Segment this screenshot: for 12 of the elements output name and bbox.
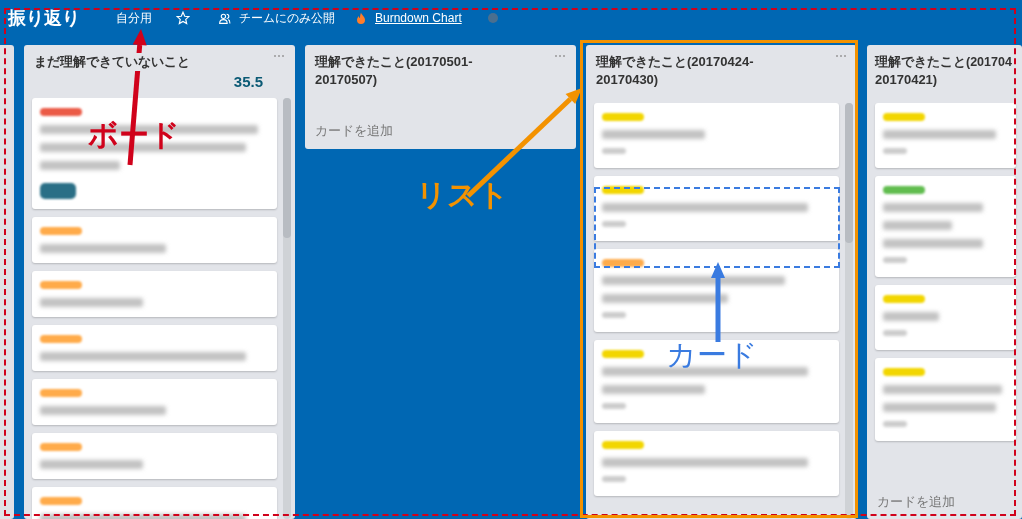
annotation-label: リスト: [416, 180, 509, 210]
list-title[interactable]: 20170421): [875, 71, 938, 89]
burndown-chart-link[interactable]: Burndown Chart: [375, 9, 462, 27]
board-title[interactable]: 振り返り: [8, 4, 80, 32]
visibility-link[interactable]: 自分用: [114, 9, 154, 27]
annotation-label: カード: [666, 340, 758, 370]
list-title[interactable]: 理解できたこと(201704: [875, 53, 1012, 71]
card-count: 35.5: [233, 72, 263, 92]
team-visibility-link[interactable]: チームにのみ公開: [239, 9, 335, 27]
add-card-link[interactable]: カードを追加: [305, 113, 576, 149]
add-card-link[interactable]: カードを追加: [867, 483, 1022, 519]
list-title[interactable]: まだ理解できていないこと: [34, 53, 190, 71]
